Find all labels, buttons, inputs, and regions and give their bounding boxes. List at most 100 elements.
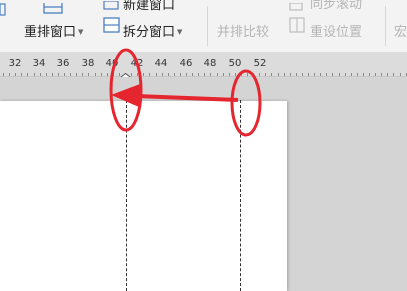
ruler-tick xyxy=(106,73,108,76)
ruler-tick xyxy=(259,73,261,76)
ruler-tick xyxy=(39,73,41,76)
ruler-tick xyxy=(381,73,383,76)
ruler-tick xyxy=(64,73,65,76)
ruler-label: 38 xyxy=(81,58,95,69)
ruler-tick xyxy=(265,73,267,76)
document-page[interactable] xyxy=(0,101,287,291)
ruler-tick xyxy=(216,73,218,76)
ruler-tick xyxy=(247,73,248,76)
ruler-tick xyxy=(155,73,157,76)
side-by-side-label: 并排比较 xyxy=(217,25,270,40)
ruler-tick xyxy=(76,73,78,76)
view-ribbon: 重排窗口 ▼ 新建窗口 拆分窗口 ▼ 并排比较 同步滚动 重设位置 宏 xyxy=(0,0,407,53)
alignment-guide-line xyxy=(240,100,241,291)
ruler-tick xyxy=(277,73,279,76)
ruler-tick xyxy=(289,73,291,76)
chevron-down-icon: ▼ xyxy=(177,28,183,36)
macro-label: 宏 xyxy=(394,25,407,40)
macro-button[interactable]: 宏 xyxy=(394,21,407,40)
ruler-tick xyxy=(301,73,303,76)
ruler-tick xyxy=(228,73,230,76)
ruler-tick xyxy=(271,73,273,76)
arrange-windows-button[interactable]: 重排窗口 ▼ xyxy=(24,21,83,40)
split-window-label: 拆分窗口 xyxy=(123,25,176,40)
ruler-tick xyxy=(393,73,395,76)
ruler-tick xyxy=(21,73,23,76)
ruler-tick xyxy=(308,73,309,76)
ruler-tick xyxy=(82,73,84,76)
ruler-tick xyxy=(320,73,322,76)
ruler-label: 36 xyxy=(56,58,70,69)
ruler-tick xyxy=(283,73,285,76)
ruler-label: 40 xyxy=(105,58,119,69)
ruler-label: 52 xyxy=(253,58,267,69)
ruler-tick xyxy=(253,73,255,76)
ruler-tick xyxy=(173,73,175,76)
ruler-tick xyxy=(186,73,187,76)
ruler-label: 50 xyxy=(228,58,242,69)
new-window-icon xyxy=(103,0,119,10)
ruler-tick xyxy=(167,73,169,76)
ruler-tick xyxy=(375,73,377,76)
ruler-tick xyxy=(15,73,17,76)
ruler-tick xyxy=(405,73,407,76)
ruler-tick xyxy=(222,73,224,76)
ruler-tick xyxy=(51,73,53,76)
ruler-tick xyxy=(9,73,11,76)
reset-position-icon xyxy=(289,17,305,33)
ruler-label: 34 xyxy=(32,58,46,69)
ruler-tick xyxy=(314,73,316,76)
ribbon-divider xyxy=(385,6,386,46)
ruler-tick xyxy=(149,73,151,76)
ruler-tick xyxy=(338,73,340,76)
ruler-tick xyxy=(356,73,358,76)
ruler-tick xyxy=(131,73,133,76)
ruler-tick xyxy=(45,73,47,76)
ruler-tick xyxy=(332,73,334,76)
ruler-tick xyxy=(88,73,90,76)
ruler-tick xyxy=(3,73,4,76)
ruler-label: 44 xyxy=(154,58,168,69)
sync-scroll-icon xyxy=(289,0,303,11)
ruler-tick xyxy=(112,73,114,76)
ruler-tick xyxy=(240,73,242,76)
reset-position-label: 重设位置 xyxy=(310,25,363,40)
layout-icon xyxy=(0,2,6,16)
indent-marker-icon[interactable] xyxy=(120,67,131,82)
ruler-tick xyxy=(369,73,370,76)
ruler-tick xyxy=(33,73,35,76)
ruler-tick xyxy=(94,73,96,76)
ruler-tick xyxy=(192,73,194,76)
new-window-button[interactable]: 新建窗口 xyxy=(123,0,175,13)
sync-scroll-label: 同步滚动 xyxy=(310,0,363,12)
ruler-label: 48 xyxy=(203,58,217,69)
ruler-tick xyxy=(362,73,364,76)
ruler-tick xyxy=(344,73,346,76)
reset-position-button[interactable]: 重设位置 xyxy=(310,21,362,40)
ruler-tick xyxy=(234,73,236,76)
side-by-side-button[interactable]: 并排比较 xyxy=(217,21,269,40)
ruler-tick xyxy=(387,73,389,76)
ruler-tick xyxy=(399,73,401,76)
split-window-icon xyxy=(103,17,120,34)
sync-scroll-button[interactable]: 同步滚动 xyxy=(310,0,362,12)
ruler-tick xyxy=(137,73,139,76)
arrange-windows-label: 重排窗口 xyxy=(24,25,77,40)
ruler-tick xyxy=(70,73,72,76)
ruler-label: 46 xyxy=(179,58,193,69)
alignment-guide-line xyxy=(126,100,127,291)
horizontal-ruler[interactable]: 32 34 36 38 40 42 44 46 48 50 52 xyxy=(0,53,407,82)
ribbon-divider xyxy=(207,6,208,46)
ruler-tick xyxy=(295,73,297,76)
chevron-down-icon: ▼ xyxy=(78,28,84,36)
ruler-tick xyxy=(100,73,102,76)
ruler-tick xyxy=(350,73,352,76)
ruler-tick xyxy=(204,73,206,76)
split-window-button[interactable]: 拆分窗口 ▼ xyxy=(123,21,182,40)
ruler-tick xyxy=(27,73,29,76)
ruler-label: 32 xyxy=(8,58,22,69)
ruler-tick xyxy=(210,73,212,76)
ruler-tick xyxy=(326,73,328,76)
arrange-windows-icon xyxy=(43,0,63,14)
ruler-tick xyxy=(198,73,200,76)
